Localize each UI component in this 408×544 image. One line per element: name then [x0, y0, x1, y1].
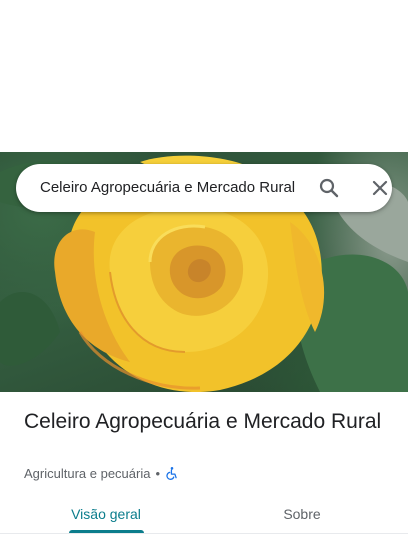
- map-area-blank: [0, 0, 408, 152]
- place-category[interactable]: Agricultura e pecuária: [24, 466, 150, 481]
- tab-about[interactable]: Sobre: [262, 496, 342, 536]
- place-category-row: Agricultura e pecuária •: [24, 464, 179, 482]
- search-icon[interactable]: [316, 176, 342, 200]
- tabs-divider: [0, 533, 408, 534]
- close-icon[interactable]: [368, 176, 392, 200]
- place-tabs: Visão geral Sobre: [0, 496, 408, 544]
- wheelchair-icon[interactable]: [165, 466, 179, 480]
- place-title: Celeiro Agropecuária e Mercado Rural: [24, 410, 382, 433]
- separator: •: [155, 465, 161, 481]
- search-input[interactable]: Celeiro Agropecuária e Mercado Rural: [40, 164, 304, 212]
- leaf: [0, 292, 60, 366]
- search-bar[interactable]: Celeiro Agropecuária e Mercado Rural: [16, 164, 392, 212]
